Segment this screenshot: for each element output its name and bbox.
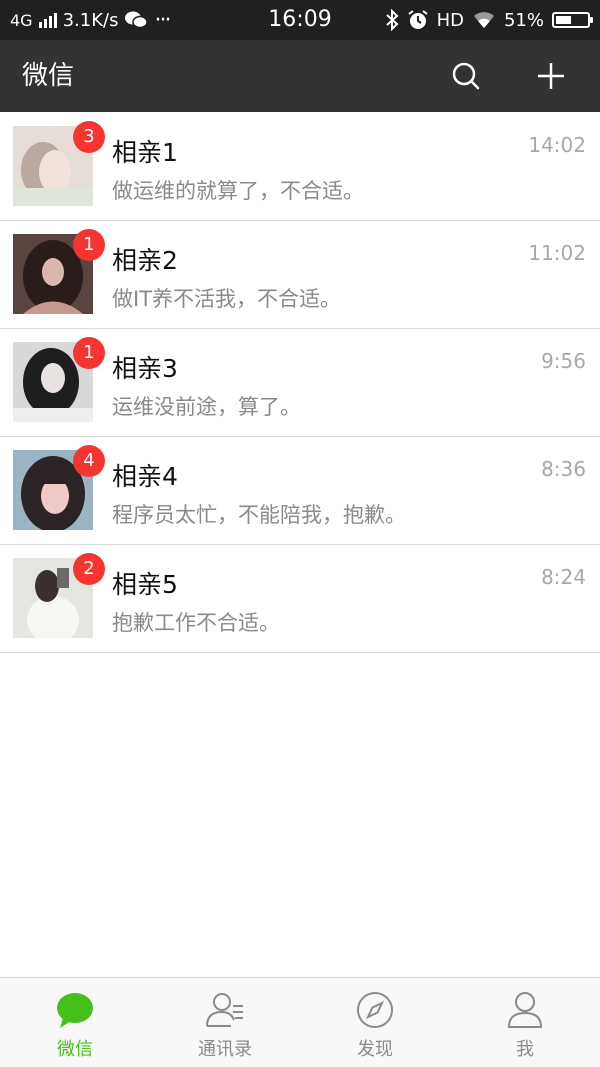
- contact-name: 相亲1: [112, 138, 178, 167]
- tab-contacts[interactable]: 通讯录: [150, 978, 300, 1067]
- tab-discover[interactable]: 发现: [300, 978, 450, 1067]
- contact-name: 相亲4: [112, 462, 178, 491]
- bottom-tab-bar: 微信 通讯录 发现 我: [0, 977, 600, 1067]
- battery-icon: [552, 12, 593, 28]
- contact-name: 相亲5: [112, 570, 178, 599]
- more-notifications: ···: [154, 7, 171, 33]
- message-preview: 做IT养不活我，不合适。: [112, 287, 342, 311]
- plus-icon[interactable]: [533, 58, 569, 94]
- message-preview: 抱歉工作不合适。: [112, 611, 280, 635]
- unread-badge: 1: [73, 337, 105, 369]
- alarm-icon: [407, 10, 428, 29]
- unread-badge: 1: [73, 229, 105, 261]
- message-time: 8:36: [541, 457, 586, 481]
- battery-percent: 51%: [503, 9, 544, 31]
- page-title: 微信: [22, 61, 75, 91]
- message-time: 8:24: [541, 565, 586, 589]
- message-preview: 做运维的就算了，不合适。: [112, 179, 364, 203]
- message-preview: 程序员太忙，不能陪我，抱歉。: [112, 503, 406, 527]
- chat-list: 3 相亲1 14:02 做运维的就算了，不合适。 1 相亲2 11:02 做IT…: [0, 113, 600, 653]
- chat-item[interactable]: 1 相亲3 9:56 运维没前途，算了。: [0, 329, 600, 437]
- network-speed: 3.1K/s: [62, 9, 119, 31]
- status-left: 4G 3.1K/s ···: [10, 0, 171, 40]
- unread-badge: 3: [73, 121, 105, 153]
- person-icon: [507, 992, 543, 1028]
- chat-item[interactable]: 2 相亲5 8:24 抱歉工作不合适。: [0, 545, 600, 653]
- message-preview: 运维没前途，算了。: [112, 395, 301, 419]
- message-time: 11:02: [528, 241, 586, 265]
- tab-wechat[interactable]: 微信: [0, 978, 150, 1067]
- contact-name: 相亲3: [112, 354, 178, 383]
- message-time: 14:02: [528, 133, 586, 157]
- signal-icon: [38, 12, 57, 28]
- hd-indicator: HD: [436, 9, 464, 31]
- tab-label: 发现: [357, 1039, 393, 1060]
- contact-name: 相亲2: [112, 246, 178, 275]
- unread-badge: 4: [73, 445, 105, 477]
- chat-item[interactable]: 1 相亲2 11:02 做IT养不活我，不合适。: [0, 221, 600, 329]
- unread-badge: 2: [73, 553, 105, 585]
- chat-item[interactable]: 4 相亲4 8:36 程序员太忙，不能陪我，抱歉。: [0, 437, 600, 545]
- tab-label: 我: [516, 1039, 534, 1060]
- bluetooth-icon: [385, 9, 399, 31]
- status-bar: 4G 3.1K/s ··· 16:09 HD 51%: [0, 0, 600, 40]
- wechat-notification-icon: [125, 11, 149, 29]
- network-type: 4G: [10, 10, 33, 30]
- search-icon[interactable]: [448, 58, 484, 94]
- tab-label: 通讯录: [198, 1039, 252, 1060]
- status-right: HD 51%: [385, 0, 593, 40]
- tab-label: 微信: [57, 1039, 93, 1060]
- wifi-icon: [473, 12, 494, 28]
- tab-me[interactable]: 我: [450, 978, 600, 1067]
- contacts-icon: [206, 993, 243, 1027]
- compass-icon: [357, 992, 393, 1028]
- app-header: 微信: [0, 40, 600, 112]
- chat-item[interactable]: 3 相亲1 14:02 做运维的就算了，不合适。: [0, 113, 600, 221]
- chat-bubble-icon: [57, 993, 93, 1028]
- message-time: 9:56: [541, 349, 586, 373]
- battery-fill: [556, 16, 572, 24]
